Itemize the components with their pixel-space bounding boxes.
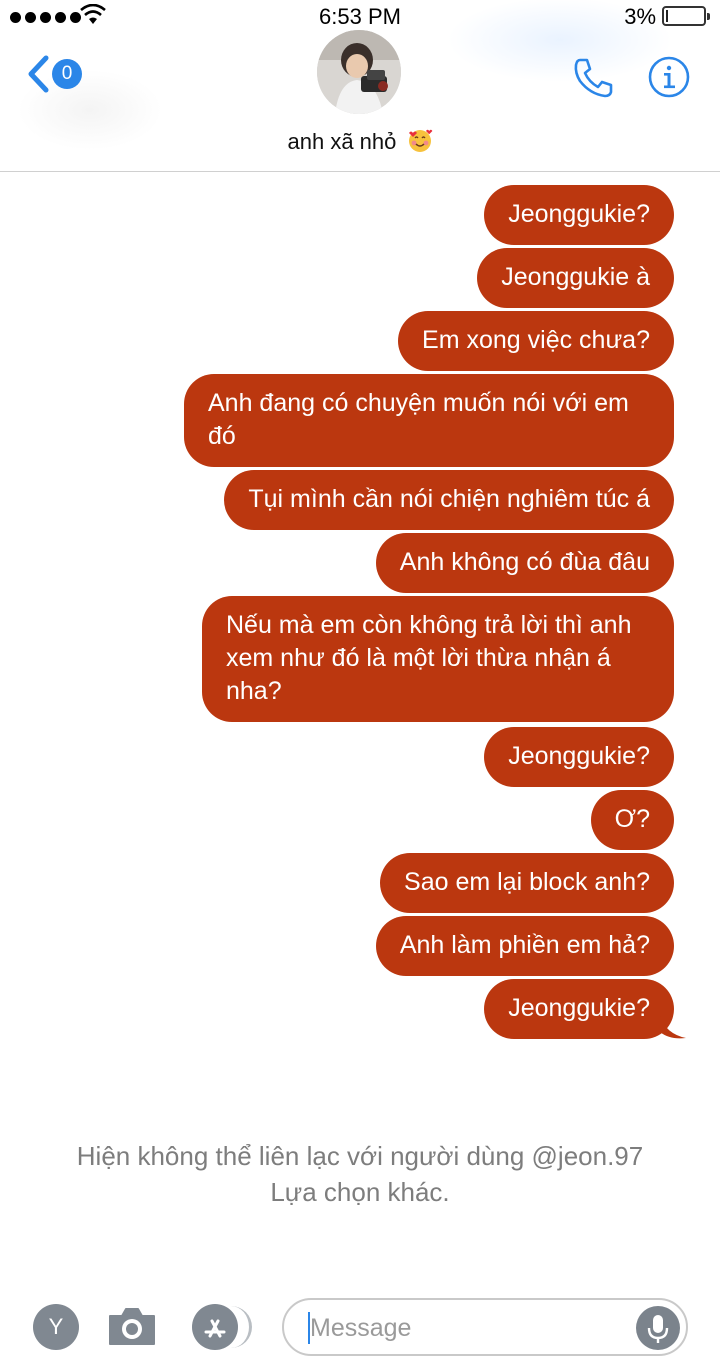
phone-icon[interactable] xyxy=(572,56,616,100)
smiling-face-with-hearts-icon xyxy=(408,129,432,152)
battery-percent: 3% xyxy=(624,4,656,29)
app-store-icon xyxy=(204,1319,226,1338)
message-bubble[interactable]: Anh làm phiền em hả? xyxy=(375,916,674,976)
info-icon[interactable] xyxy=(648,56,690,98)
message-bubble[interactable]: Anh không có đùa đâu xyxy=(375,533,674,593)
message-bubble[interactable]: Jeonggukie? xyxy=(484,727,674,787)
message-bubble[interactable]: Nếu mà em còn không trả lời thì anh xem … xyxy=(202,596,674,722)
camera-icon[interactable] xyxy=(106,1304,158,1348)
profile-button[interactable]: Y xyxy=(33,1304,79,1350)
chevron-left-icon xyxy=(28,55,49,93)
battery-icon xyxy=(662,6,710,26)
clock: 6:53 PM xyxy=(319,4,401,29)
microphone-button[interactable] xyxy=(636,1306,680,1350)
bubble-tail xyxy=(660,1016,686,1039)
contact-name-text: anh xã nhỏ xyxy=(287,129,397,154)
avatar-photo xyxy=(317,30,401,114)
message-bubble[interactable]: Tụi mình cần nói chiện nghiêm túc á xyxy=(224,470,674,530)
other-options-link[interactable]: Lựa chọn khác. xyxy=(0,1174,720,1210)
message-input[interactable] xyxy=(310,1312,630,1344)
message-bubble[interactable]: Ơ? xyxy=(590,790,674,850)
message-bubble[interactable]: Jeonggukie? xyxy=(484,979,674,1039)
message-bubble[interactable]: Jeonggukie? xyxy=(484,185,674,245)
blocked-notice: Hiện không thể liên lạc với người dùng @… xyxy=(0,1138,720,1210)
app-drawer-edge xyxy=(230,1306,252,1348)
contact-name[interactable]: anh xã nhỏ xyxy=(0,128,720,155)
message-bubble[interactable]: Em xong việc chưa? xyxy=(398,311,674,371)
unread-count-badge: 0 xyxy=(52,59,82,89)
blocked-notice-text: Hiện không thể liên lạc với người dùng @… xyxy=(76,1141,644,1171)
microphone-icon xyxy=(647,1315,669,1343)
message-bubble[interactable]: Sao em lại block anh? xyxy=(380,853,674,913)
message-field[interactable] xyxy=(282,1298,688,1356)
message-bubble[interactable]: Jeonggukie à xyxy=(477,248,674,308)
back-button[interactable]: 0 xyxy=(26,54,82,94)
contact-avatar[interactable] xyxy=(317,30,401,114)
message-bubble[interactable]: Anh đang có chuyện muốn nói với em đó xyxy=(184,374,674,467)
status-bar: 6:53 PM 3% xyxy=(0,0,720,34)
